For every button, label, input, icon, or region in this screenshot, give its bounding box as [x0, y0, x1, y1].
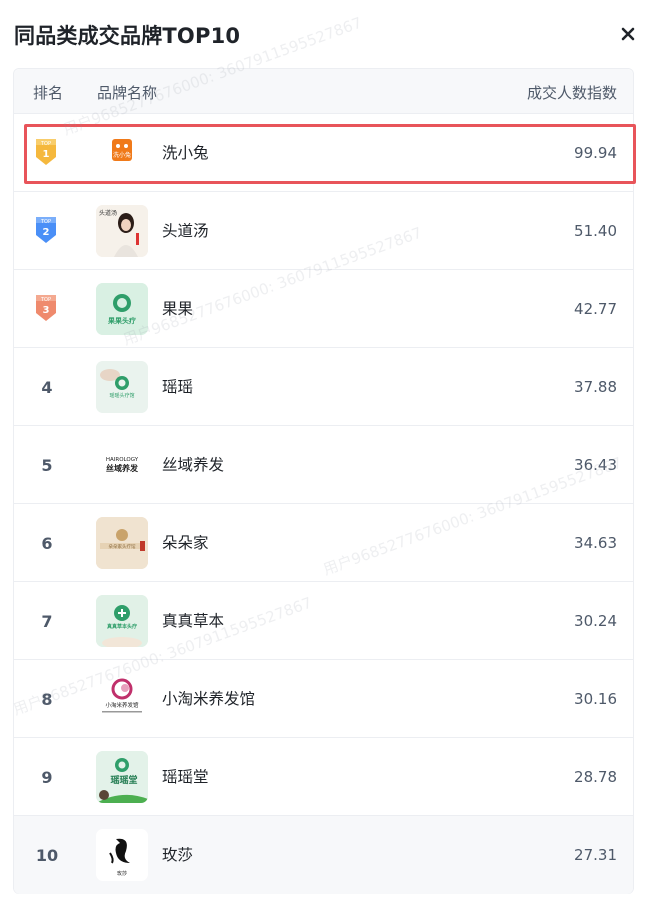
- svg-text:TOP: TOP: [40, 141, 51, 147]
- brand-logo-guoguo: 果果头疗: [96, 283, 148, 335]
- brand-logo-duoduojia: 朵朵家头疗馆: [96, 517, 148, 569]
- column-header-rank: 排名: [33, 84, 64, 102]
- rank-number: 4: [41, 377, 53, 397]
- brand-name: 小淘米养发馆: [162, 690, 256, 708]
- svg-text:头道汤: 头道汤: [99, 209, 117, 217]
- svg-text:丝域养发: 丝域养发: [106, 463, 139, 473]
- brand-name: 丝域养发: [162, 456, 225, 474]
- rank-number: 9: [41, 767, 53, 787]
- brand-logo-xiaotaomi: 小淘米养发馆: [96, 673, 148, 725]
- brand-logo-yaoyaotang: 瑶瑶堂: [96, 751, 148, 803]
- rank-number: 10: [35, 845, 59, 865]
- table-row[interactable]: TOP 1 洗小兔 洗小兔 99.94: [14, 114, 633, 192]
- brand-name: 朵朵家: [162, 534, 209, 552]
- transaction-index-value: 99.94: [574, 144, 617, 162]
- svg-text:朵朵家头疗馆: 朵朵家头疗馆: [109, 543, 136, 550]
- transaction-index-value: 28.78: [574, 768, 617, 786]
- close-icon[interactable]: [616, 22, 640, 46]
- svg-text:小淘米养发馆: 小淘米养发馆: [105, 701, 139, 709]
- brand-name: 玫莎: [162, 846, 194, 864]
- brand-logo-zhenzhen: 真真草本头疗: [96, 595, 148, 647]
- transaction-index-value: 51.40: [574, 222, 617, 240]
- brand-logo-siyu: HAIROLOGY 丝域养发: [96, 439, 148, 491]
- table-row[interactable]: 4 瑶瑶头疗馆 瑶瑶 37.88: [14, 348, 633, 426]
- transaction-index-value: 34.63: [574, 534, 617, 552]
- rank-number: 5: [41, 455, 53, 475]
- table-row[interactable]: 9 瑶瑶堂 瑶瑶堂 28.78: [14, 738, 633, 816]
- svg-text:洗小兔: 洗小兔: [113, 151, 131, 159]
- svg-text:HAIROLOGY: HAIROLOGY: [106, 457, 139, 463]
- rank-number: 8: [41, 689, 53, 709]
- column-header-brand: 品牌名称: [97, 84, 158, 102]
- brand-logo-xixiaotu: 洗小兔: [96, 127, 148, 179]
- svg-text:瑶瑶头疗馆: 瑶瑶头疗馆: [109, 392, 134, 399]
- blue-medal-icon: TOP 2: [36, 217, 56, 243]
- brand-name: 真真草本: [162, 612, 225, 630]
- brand-logo-toudaotang: 头道汤: [96, 205, 148, 257]
- transaction-index-value: 42.77: [574, 300, 617, 318]
- transaction-index-value: 30.16: [574, 690, 617, 708]
- column-header-index: 成交人数指数: [526, 84, 617, 102]
- table-row[interactable]: 7 真真草本头疗 真真草本 30.24: [14, 582, 633, 660]
- transaction-index-value: 36.43: [574, 456, 617, 474]
- bronze-medal-icon: TOP 3: [36, 295, 56, 321]
- svg-text:瑶瑶堂: 瑶瑶堂: [110, 774, 137, 786]
- svg-text:玫莎: 玫莎: [117, 870, 127, 877]
- svg-text:3: 3: [43, 305, 50, 316]
- table-row[interactable]: 8 小淘米养发馆 小淘米养发馆 30.16: [14, 660, 633, 738]
- brand-logo-yaoyao: 瑶瑶头疗馆: [96, 361, 148, 413]
- svg-text:1: 1: [43, 149, 50, 160]
- panel-title: 同品类成交品牌TOP10: [14, 24, 241, 48]
- svg-text:TOP: TOP: [40, 297, 51, 303]
- rank-number: 7: [41, 611, 53, 631]
- table-row[interactable]: 5 HAIROLOGY 丝域养发 丝域养发 36.43: [14, 426, 633, 504]
- brand-name: 果果: [162, 300, 194, 318]
- transaction-index-value: 30.24: [574, 612, 617, 630]
- table-header: 排名 品牌名称 成交人数指数: [14, 69, 633, 114]
- brand-name: 瑶瑶堂: [162, 768, 209, 786]
- svg-text:2: 2: [43, 227, 50, 238]
- brand-name: 洗小兔: [162, 144, 209, 162]
- brand-logo-meisha: 玫莎: [96, 829, 148, 881]
- rank-number: 6: [41, 533, 53, 553]
- table-row[interactable]: TOP 2 头道汤 头道汤 51.40: [14, 192, 633, 270]
- brand-name: 瑶瑶: [162, 378, 194, 396]
- svg-text:果果头疗: 果果头疗: [108, 316, 136, 325]
- table-row[interactable]: 10 玫莎 玫莎 27.31: [14, 816, 633, 894]
- panel-header: 同品类成交品牌TOP10: [0, 0, 650, 68]
- brand-ranking-table: 排名 品牌名称 成交人数指数 TOP 1 洗小兔 洗小兔 99.94 TOP 2: [13, 68, 634, 894]
- table-row[interactable]: TOP 3 果果头疗 果果 42.77: [14, 270, 633, 348]
- table-row[interactable]: 6 朵朵家头疗馆 朵朵家 34.63: [14, 504, 633, 582]
- svg-text:真真草本头疗: 真真草本头疗: [107, 623, 137, 630]
- svg-text:TOP: TOP: [40, 219, 51, 225]
- transaction-index-value: 27.31: [574, 846, 617, 864]
- transaction-index-value: 37.88: [574, 378, 617, 396]
- gold-medal-icon: TOP 1: [36, 139, 56, 165]
- brand-name: 头道汤: [162, 222, 209, 240]
